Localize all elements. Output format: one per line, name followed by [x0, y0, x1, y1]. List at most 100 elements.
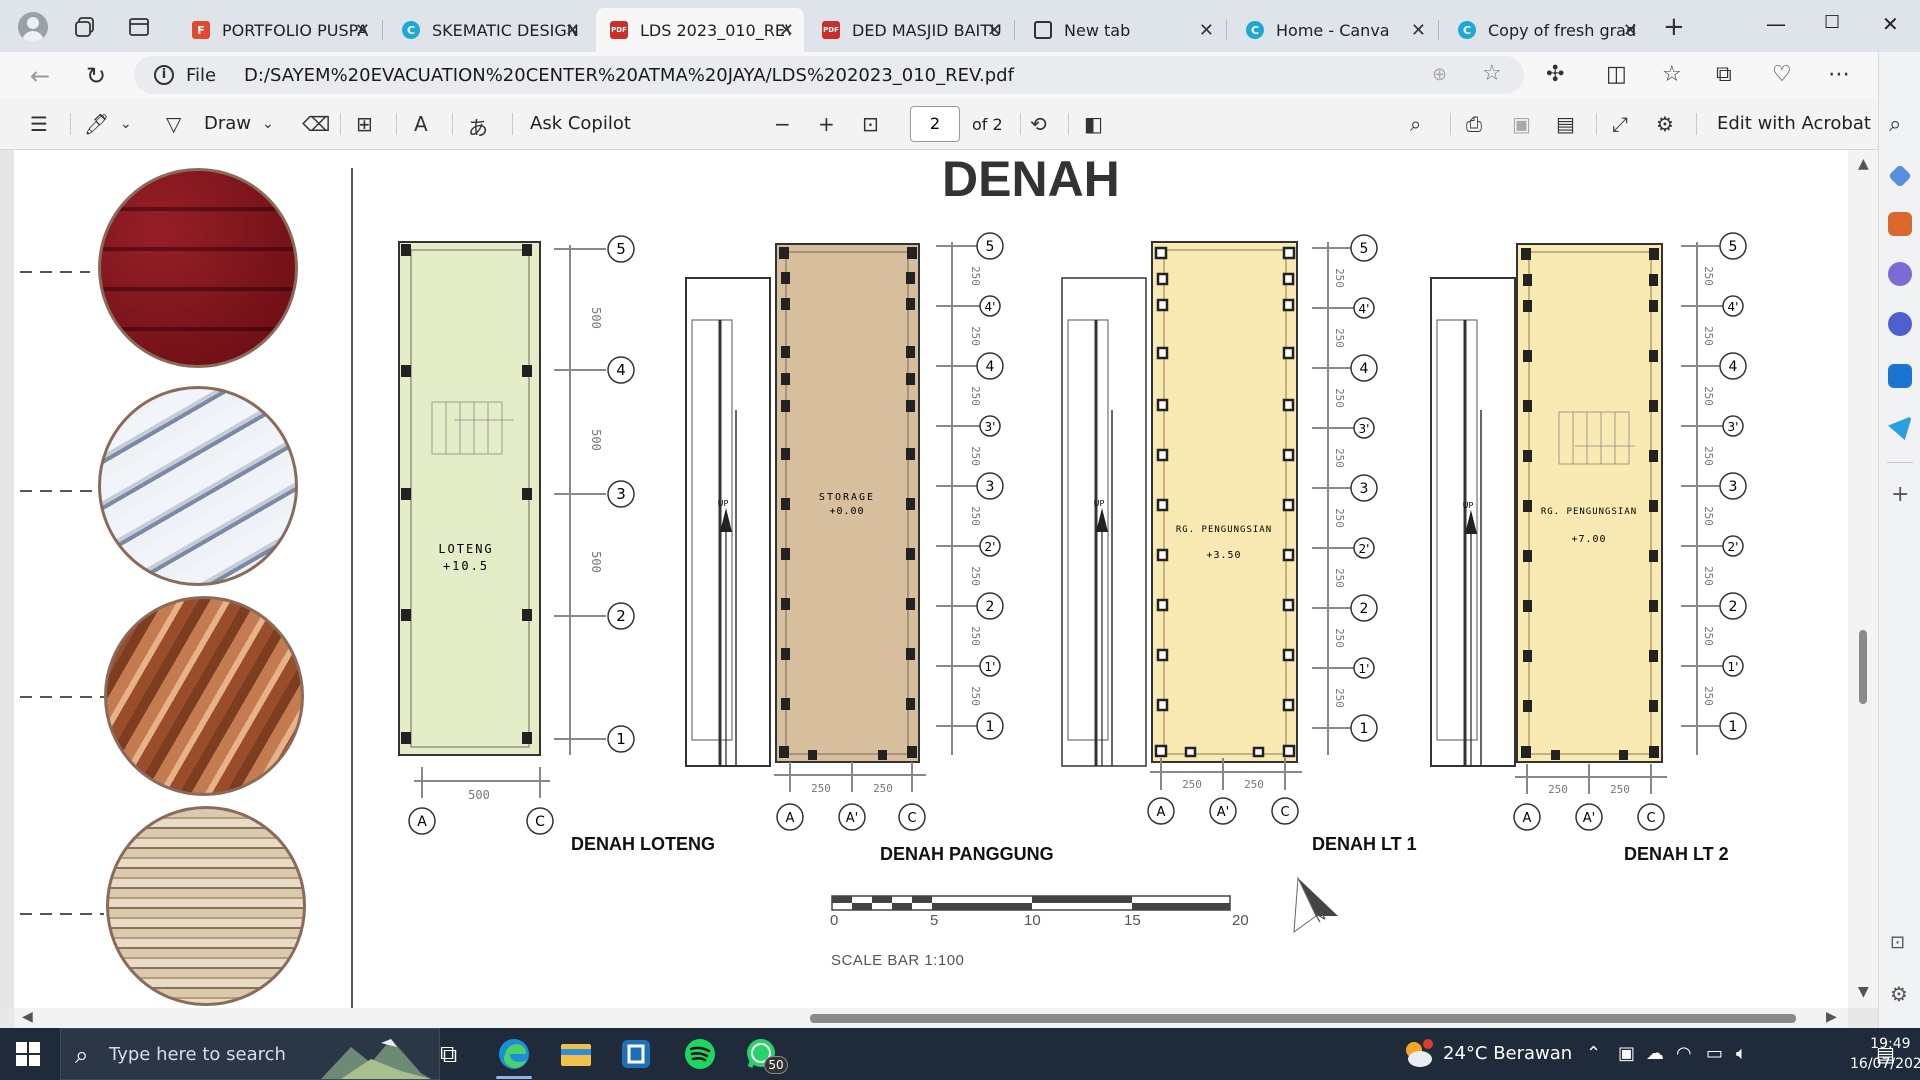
- close-icon[interactable]: ✕: [1411, 20, 1426, 41]
- settings-gear-icon[interactable]: ⚙: [1656, 112, 1674, 136]
- figma-icon: F: [192, 21, 210, 39]
- weather-icon[interactable]: [1400, 1036, 1436, 1072]
- zoom-in-icon[interactable]: +: [818, 112, 835, 136]
- collections-icon[interactable]: ⧉: [1716, 62, 1732, 87]
- notification-icon[interactable]: ▤: [1876, 1042, 1895, 1066]
- grid-row-label: 4': [1359, 302, 1370, 316]
- contents-icon[interactable]: ☰: [30, 112, 48, 136]
- battery-icon[interactable]: ▭: [1706, 1043, 1723, 1064]
- vertical-scrollbar[interactable]: ▲ ▼: [1848, 150, 1878, 1008]
- translate-icon[interactable]: あ: [468, 112, 488, 141]
- tab-new-tab[interactable]: New tab ✕: [1020, 8, 1224, 52]
- refresh-button[interactable]: ↻: [86, 62, 106, 90]
- maximize-button[interactable]: ☐: [1824, 12, 1840, 33]
- tab-actions-icon[interactable]: [128, 16, 150, 38]
- pdf-viewer[interactable]: DENAH LOTENG +10.5 500 500 500 5 4 3 2 1…: [0, 150, 1878, 1008]
- fit-page-icon[interactable]: ⊡: [862, 112, 879, 136]
- tab-portfolio[interactable]: F PORTFOLIO PUSPA ✕: [178, 8, 380, 52]
- favorites-icon[interactable]: ☆: [1662, 62, 1682, 87]
- vertical-scroll-thumb[interactable]: [1859, 630, 1867, 704]
- zoom-out-icon[interactable]: −: [774, 112, 791, 136]
- sketchup-icon[interactable]: [618, 1036, 654, 1072]
- horizontal-scroll-thumb[interactable]: [810, 1014, 1796, 1023]
- print-icon[interactable]: ⎙: [1466, 112, 1482, 136]
- zoom-icon[interactable]: ⊕: [1432, 64, 1447, 85]
- tab-lds-pdf[interactable]: PDF LDS 2023_010_REV. ✕: [596, 8, 804, 52]
- sidebar-copilot-icon[interactable]: [1888, 312, 1912, 336]
- text-box-icon[interactable]: ⊞: [356, 112, 373, 136]
- tab-home-canva[interactable]: C Home - Canva ✕: [1232, 8, 1436, 52]
- windows-start-icon[interactable]: [16, 1042, 40, 1066]
- address-bar[interactable]: i File D:/SAYEM%20EVACUATION%20CENTER%20…: [134, 56, 1524, 94]
- taskbar-search-box[interactable]: ⌕ Type here to search: [60, 1028, 440, 1080]
- save-as-icon[interactable]: ▤: [1556, 112, 1575, 136]
- sidebar-send-icon[interactable]: [1888, 416, 1912, 440]
- profile-avatar[interactable]: [18, 12, 48, 42]
- sidebar-outlook-icon[interactable]: [1888, 364, 1912, 388]
- weather-text[interactable]: 24°C Berawan: [1443, 1043, 1572, 1064]
- browser-essentials-icon[interactable]: ♡: [1772, 62, 1792, 87]
- scroll-down-icon[interactable]: ▼: [1858, 984, 1869, 1000]
- volume-icon[interactable]: 🔈︎: [1736, 1043, 1747, 1064]
- sidebar-tag-icon[interactable]: [1888, 164, 1912, 188]
- eraser-icon[interactable]: ⌫: [302, 112, 330, 136]
- ask-copilot-button[interactable]: Ask Copilot: [530, 113, 631, 134]
- grid-col-label: A: [786, 811, 795, 826]
- meet-now-icon[interactable]: ▣: [1618, 1043, 1635, 1064]
- sidebar-screenshot-icon[interactable]: ⊡: [1890, 932, 1905, 953]
- close-icon[interactable]: ✕: [1199, 20, 1214, 41]
- tab-copy-fresh-grad[interactable]: C Copy of fresh grad ✕: [1444, 8, 1648, 52]
- onedrive-icon[interactable]: ☁: [1646, 1043, 1664, 1064]
- page-view-icon[interactable]: ◧: [1084, 112, 1103, 136]
- sidebar-add-icon[interactable]: +: [1891, 482, 1909, 507]
- dim-label: 250: [1333, 568, 1346, 588]
- close-icon[interactable]: ✕: [565, 20, 580, 41]
- sidebar-briefcase-icon[interactable]: [1888, 212, 1912, 236]
- close-icon[interactable]: ✕: [779, 20, 794, 41]
- file-explorer-icon[interactable]: [558, 1036, 594, 1072]
- wifi-icon[interactable]: ◠: [1676, 1043, 1692, 1064]
- scroll-left-icon[interactable]: ◀: [22, 1009, 33, 1025]
- rotate-icon[interactable]: ⟲: [1030, 112, 1047, 136]
- spotify-icon[interactable]: [682, 1036, 718, 1072]
- highlight-icon[interactable]: 🖊︎: [84, 112, 109, 136]
- new-tab-button[interactable]: +: [1663, 12, 1685, 42]
- loteng-row-bubbles: 5 4 3 2 1: [607, 235, 635, 753]
- split-screen-icon[interactable]: ◫: [1606, 62, 1627, 87]
- tab-ded-masjid[interactable]: PDF DED MASJID BAITU ✕: [808, 8, 1012, 52]
- save-icon[interactable]: ▣: [1512, 112, 1531, 136]
- chevron-down-icon[interactable]: ⌄: [120, 116, 132, 132]
- close-icon[interactable]: ✕: [1623, 20, 1638, 41]
- sidebar-settings-icon[interactable]: ⚙: [1890, 982, 1908, 1006]
- minimize-button[interactable]: —: [1766, 12, 1786, 36]
- chevron-up-icon[interactable]: ⌃: [1586, 1043, 1601, 1064]
- draw-icon[interactable]: ▽: [166, 112, 181, 136]
- favorite-star-icon[interactable]: ☆: [1482, 61, 1502, 86]
- task-view-icon[interactable]: ⧉: [440, 1040, 457, 1068]
- sidebar-search-icon[interactable]: ⌕: [1889, 112, 1901, 137]
- workspaces-icon[interactable]: [74, 16, 96, 38]
- app-window: F PORTFOLIO PUSPA ✕ C SKEMATIC DESIGN ✕ …: [0, 0, 1920, 1080]
- horizontal-scrollbar[interactable]: ◀ ▶: [14, 1008, 1848, 1028]
- edge-app-icon[interactable]: [496, 1036, 532, 1072]
- chevron-down-icon[interactable]: ⌄: [262, 116, 274, 132]
- draw-button[interactable]: Draw: [204, 113, 251, 134]
- close-icon[interactable]: ✕: [987, 20, 1002, 41]
- pdf-page: DENAH LOTENG +10.5 500 500 500 5 4 3 2 1…: [14, 150, 1848, 1008]
- back-button[interactable]: ←: [30, 62, 50, 90]
- close-window-button[interactable]: ✕: [1882, 12, 1899, 36]
- info-icon[interactable]: i: [154, 65, 174, 85]
- more-options-icon[interactable]: ⋯: [1828, 62, 1850, 87]
- fullscreen-icon[interactable]: ⤢: [1612, 112, 1628, 136]
- tab-skematic[interactable]: C SKEMATIC DESIGN ✕: [388, 8, 590, 52]
- sidebar-games-icon[interactable]: [1888, 262, 1912, 286]
- extensions-icon[interactable]: ✣: [1546, 62, 1564, 87]
- page-number-input[interactable]: 2: [910, 106, 960, 142]
- edit-with-acrobat-button[interactable]: Edit with Acrobat: [1717, 113, 1871, 134]
- scroll-right-icon[interactable]: ▶: [1826, 1009, 1837, 1025]
- url-text[interactable]: D:/SAYEM%20EVACUATION%20CENTER%20ATMA%20…: [244, 65, 1014, 86]
- scroll-up-icon[interactable]: ▲: [1858, 156, 1869, 172]
- close-icon[interactable]: ✕: [355, 20, 370, 41]
- read-aloud-icon[interactable]: A: [414, 112, 428, 136]
- search-icon[interactable]: ⌕: [1410, 112, 1421, 136]
